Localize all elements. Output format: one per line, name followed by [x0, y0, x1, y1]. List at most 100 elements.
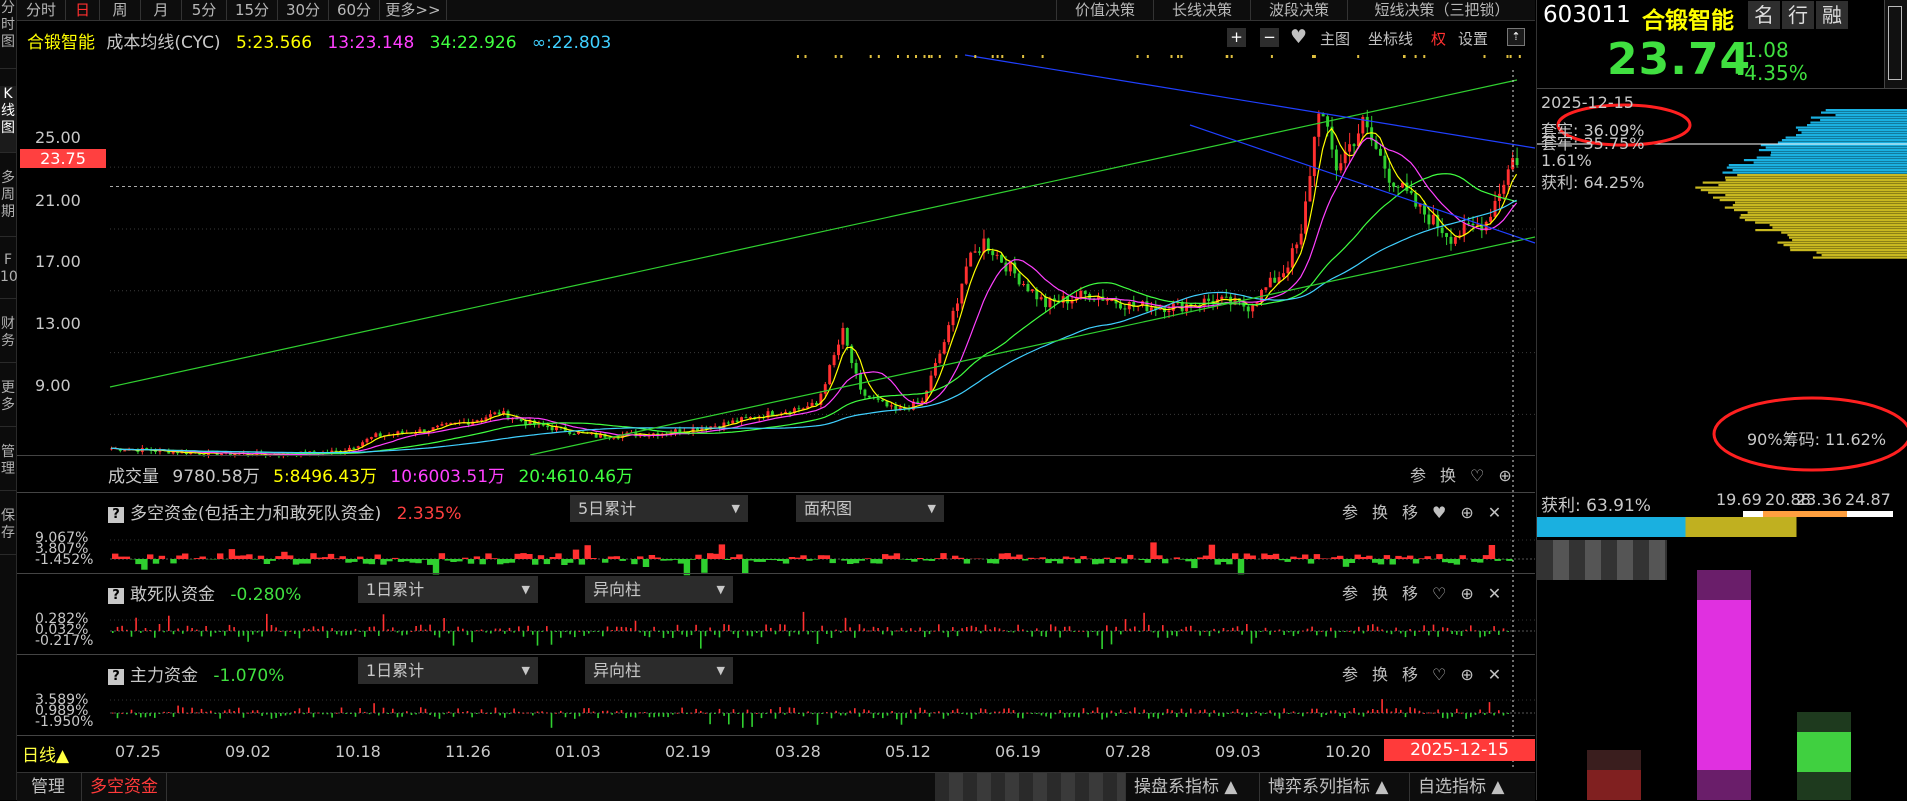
- accumulate-select[interactable]: 1日累计▼: [358, 657, 538, 684]
- indicator-bar: [700, 711, 702, 713]
- area-bar: [929, 559, 935, 561]
- zoom-icon[interactable]: ⊕: [1498, 466, 1511, 485]
- indicator-bar: [1349, 711, 1351, 713]
- params-button[interactable]: 参: [1410, 466, 1426, 485]
- indicator-name[interactable]: 成本均线(CYC): [106, 33, 220, 53]
- heart-icon[interactable]: ♡: [1470, 466, 1484, 485]
- heart-icon[interactable]: ♥: [1290, 26, 1307, 48]
- switch-button[interactable]: 换: [1372, 503, 1388, 522]
- help-icon[interactable]: ?: [108, 507, 124, 523]
- indicator-bar: [560, 631, 562, 638]
- panel-value: -0.280%: [230, 585, 301, 605]
- area-bar: [555, 553, 561, 559]
- indicator-bar: [1405, 631, 1407, 637]
- indicator-bar: [476, 630, 478, 631]
- industry-button[interactable]: 行: [1782, 1, 1814, 29]
- switch-button[interactable]: 换: [1372, 584, 1388, 603]
- chip-bar: [1798, 129, 1907, 131]
- area-bar: [748, 559, 754, 561]
- rights-button[interactable]: 权: [1431, 28, 1446, 49]
- chart-style-select[interactable]: 异向柱▼: [585, 576, 733, 603]
- area-bar: [1314, 554, 1320, 559]
- indicator-bar: [1442, 713, 1444, 718]
- event-marker: [1507, 55, 1509, 58]
- trading-indicators-menu[interactable]: 操盘系指标 ▲: [1125, 773, 1245, 801]
- indicator-bar: [546, 712, 548, 713]
- accumulate-select[interactable]: 5日累计▼: [570, 495, 748, 522]
- indicator-bar: [1475, 713, 1477, 715]
- indicator-bar: [1358, 627, 1360, 631]
- indicator-bar: [317, 713, 319, 714]
- custom-indicators-menu[interactable]: 自选指标 ▲: [1409, 773, 1512, 801]
- chart-style-select[interactable]: 面积图▼: [796, 495, 944, 522]
- axis-line-button[interactable]: 坐标线: [1368, 28, 1413, 49]
- switch-button[interactable]: 换: [1440, 466, 1456, 485]
- area-bar: [905, 559, 911, 560]
- indicator-bar: [453, 713, 455, 717]
- scrollbar[interactable]: [1884, 0, 1907, 88]
- indicator-bar: [597, 713, 599, 718]
- zoom-icon[interactable]: ⊕: [1460, 584, 1473, 603]
- indicator-bar: [173, 713, 175, 717]
- close-icon[interactable]: ✕: [1488, 665, 1501, 684]
- chip-bar: [1695, 187, 1907, 189]
- close-icon[interactable]: ✕: [1488, 584, 1501, 603]
- params-button[interactable]: 参: [1342, 503, 1358, 522]
- params-button[interactable]: 参: [1342, 584, 1358, 603]
- name-button[interactable]: 名: [1748, 1, 1780, 29]
- heart-icon[interactable]: ♡: [1432, 665, 1446, 684]
- indicator-bar: [859, 624, 861, 631]
- zoom-icon[interactable]: ⊕: [1460, 503, 1473, 522]
- indicator-bar: [840, 631, 842, 633]
- accumulate-select[interactable]: 1日累计▼: [358, 576, 538, 603]
- period-label[interactable]: 日线▲: [22, 741, 69, 766]
- area-bar: [1232, 553, 1238, 559]
- help-icon[interactable]: ?: [108, 588, 124, 604]
- zoom-out-icon[interactable]: −: [1260, 28, 1279, 47]
- zoom-in-icon[interactable]: +: [1227, 28, 1246, 47]
- indicator-bar: [1148, 625, 1150, 631]
- main-chart-button[interactable]: 主图: [1320, 28, 1350, 49]
- indicator-bar: [191, 708, 193, 713]
- params-button[interactable]: 参: [1342, 665, 1358, 684]
- indicator-bar: [737, 713, 739, 714]
- settings-button[interactable]: 设置: [1458, 28, 1488, 49]
- switch-button[interactable]: 换: [1372, 665, 1388, 684]
- area-bar: [1448, 559, 1454, 563]
- close-icon[interactable]: ✕: [1488, 503, 1501, 522]
- indicator-bar: [686, 631, 688, 637]
- candle-body: [1044, 297, 1047, 307]
- expand-icon[interactable]: ⇡: [1507, 28, 1525, 46]
- area-bar: [538, 555, 544, 559]
- margin-button[interactable]: 融: [1816, 1, 1848, 29]
- area-bar: [888, 556, 894, 559]
- indicator-bar: [779, 624, 781, 631]
- heart-icon[interactable]: ♡: [1432, 584, 1446, 603]
- indicator-bar: [1087, 631, 1089, 637]
- move-button[interactable]: 移: [1402, 584, 1418, 603]
- area-bar: [1360, 557, 1366, 559]
- help-icon[interactable]: ?: [108, 669, 124, 685]
- indicator-bar: [1489, 631, 1491, 634]
- chart-style-select[interactable]: 异向柱▼: [585, 657, 733, 684]
- zoom-icon[interactable]: ⊕: [1460, 665, 1473, 684]
- indicator-bar: [252, 631, 254, 635]
- indicator-bar: [359, 708, 361, 713]
- indicator-bar: [518, 626, 520, 631]
- indicator-bar: [373, 627, 375, 632]
- candle-body: [1427, 215, 1430, 225]
- x-tick-label: 10.20: [1325, 742, 1371, 761]
- candle-body: [1348, 144, 1351, 151]
- bottom-tab-manage[interactable]: 管理: [31, 773, 65, 801]
- kline-chart[interactable]: [0, 0, 1536, 772]
- move-button[interactable]: 移: [1402, 503, 1418, 522]
- move-button[interactable]: 移: [1402, 665, 1418, 684]
- game-indicators-menu[interactable]: 博弈系列指标 ▲: [1259, 773, 1396, 801]
- heart-icon[interactable]: ♥: [1432, 503, 1446, 522]
- indicator-bar: [1363, 631, 1365, 633]
- indicator-bar: [975, 713, 977, 715]
- area-bar: [1209, 545, 1215, 559]
- bottom-tab-dk-fund[interactable]: 多空资金: [81, 773, 167, 801]
- x-tick-label: 09.02: [225, 742, 271, 761]
- area-bar: [870, 559, 876, 563]
